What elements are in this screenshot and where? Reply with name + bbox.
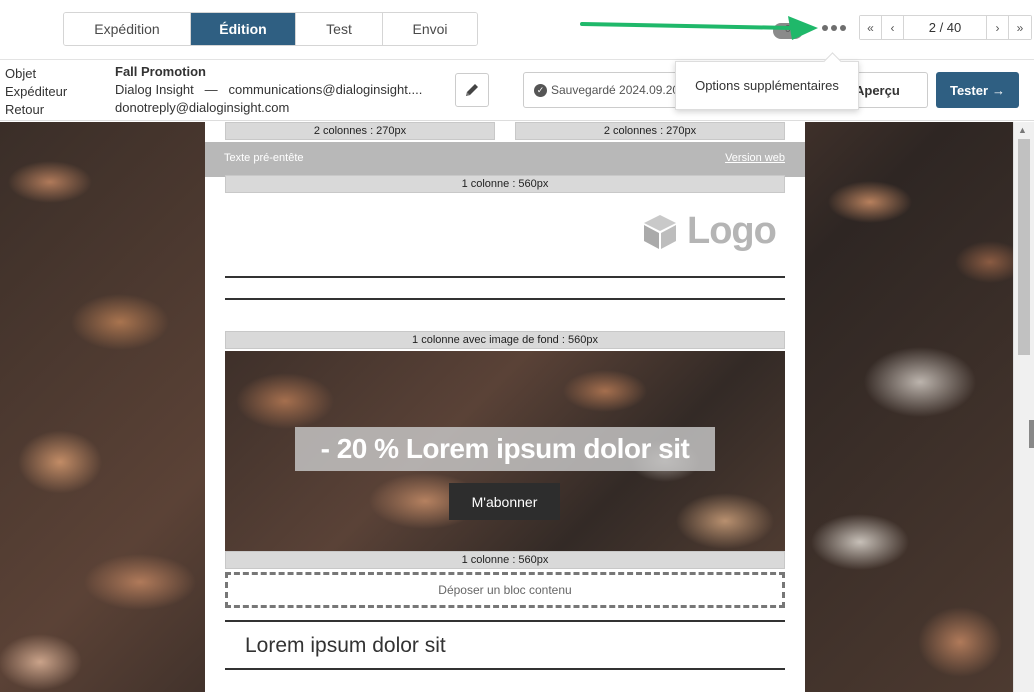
field-labels: Objet Expéditeur Retour <box>5 65 67 119</box>
sender-separator: — <box>204 82 218 97</box>
two-column-left-label[interactable]: 2 colonnes : 270px <box>225 122 495 140</box>
reply-label: Retour <box>5 102 45 117</box>
sender-email: communications@dialoginsight.... <box>228 82 423 97</box>
annotation-arrow-icon <box>580 16 818 40</box>
top-bar: Expédition Édition Test Envoi 0 « ‹ 2 / … <box>0 0 1034 60</box>
test-button[interactable]: Tester → <box>936 72 1019 108</box>
two-column-right-label[interactable]: 2 colonnes : 270px <box>515 122 785 140</box>
next-page-button[interactable]: › <box>987 16 1009 39</box>
prev-page-button[interactable]: ‹ <box>882 16 904 39</box>
sender-label: Expéditeur <box>5 84 68 99</box>
section-title[interactable]: Lorem ipsum dolor sit <box>245 634 446 658</box>
drop-content-zone[interactable]: Déposer un bloc contenu <box>225 572 785 608</box>
arrow-right-icon: → <box>992 82 1006 98</box>
subject-value: Fall Promotion <box>115 64 206 79</box>
divider <box>225 298 785 300</box>
page-indicator[interactable]: 2 / 40 <box>904 16 987 39</box>
field-values: Fall Promotion Dialog Insight — communic… <box>115 63 422 117</box>
one-column-label-2[interactable]: 1 colonne : 560px <box>225 551 785 569</box>
scroll-thumb[interactable] <box>1018 139 1030 355</box>
one-column-label[interactable]: 1 colonne : 560px <box>225 175 785 193</box>
edit-button[interactable] <box>455 73 489 107</box>
cube-icon <box>644 214 676 249</box>
ellipsis-icon[interactable] <box>819 17 849 39</box>
subscribe-button[interactable]: M'abonner <box>449 483 560 520</box>
web-version-link[interactable]: Version web <box>725 152 785 164</box>
preheader-text: Texte pré-entête <box>224 152 304 164</box>
step-tabs: Expédition Édition Test Envoi <box>63 12 478 46</box>
last-page-button[interactable]: » <box>1009 16 1031 39</box>
tab-envoi[interactable]: Envoi <box>383 13 477 45</box>
tab-edition[interactable]: Édition <box>191 13 296 45</box>
divider <box>225 276 785 278</box>
email-body: 2 colonnes : 270px 2 colonnes : 270px Te… <box>205 122 805 692</box>
preheader-block[interactable]: Texte pré-entête Version web <box>205 142 805 177</box>
side-panel-handle[interactable] <box>1029 420 1034 448</box>
background-image-block-label[interactable]: 1 colonne avec image de fond : 560px <box>225 331 785 349</box>
pencil-icon <box>466 84 478 96</box>
editor-canvas: 2 colonnes : 270px 2 colonnes : 270px Te… <box>0 122 1013 692</box>
sender-name: Dialog Insight <box>115 82 194 97</box>
check-circle-icon: ✓ <box>534 83 547 97</box>
scroll-up-icon[interactable]: ▲ <box>1018 125 1027 135</box>
tab-expedition[interactable]: Expédition <box>64 13 191 45</box>
more-options-tooltip: Options supplémentaires <box>675 61 859 110</box>
logo-text: Logo <box>687 210 777 252</box>
pagination: « ‹ 2 / 40 › » <box>859 15 1032 40</box>
saved-status: ✓ Sauvegardé 2024.09.20 <box>523 72 683 108</box>
preview-label: Aperçu <box>855 82 900 98</box>
tooltip-text: Options supplémentaires <box>695 78 839 93</box>
hero-title[interactable]: - 20 % Lorem ipsum dolor sit <box>295 427 715 471</box>
logo[interactable]: Logo <box>641 210 777 253</box>
message-info-bar: Objet Expéditeur Retour Fall Promotion D… <box>0 60 1034 121</box>
test-label: Tester <box>949 82 989 98</box>
vertical-scrollbar[interactable]: ▲ <box>1013 122 1034 692</box>
tab-test[interactable]: Test <box>296 13 383 45</box>
saved-label: Sauvegardé 2024.09.20 <box>551 83 680 97</box>
first-page-button[interactable]: « <box>860 16 882 39</box>
subject-label: Objet <box>5 66 37 81</box>
hero-banner[interactable]: - 20 % Lorem ipsum dolor sit M'abonner <box>225 351 785 551</box>
divider <box>225 668 785 670</box>
divider <box>225 620 785 622</box>
sender-value: Dialog Insight — communications@dialogin… <box>115 81 422 99</box>
reply-value: donotreply@dialoginsight.com <box>115 100 290 115</box>
